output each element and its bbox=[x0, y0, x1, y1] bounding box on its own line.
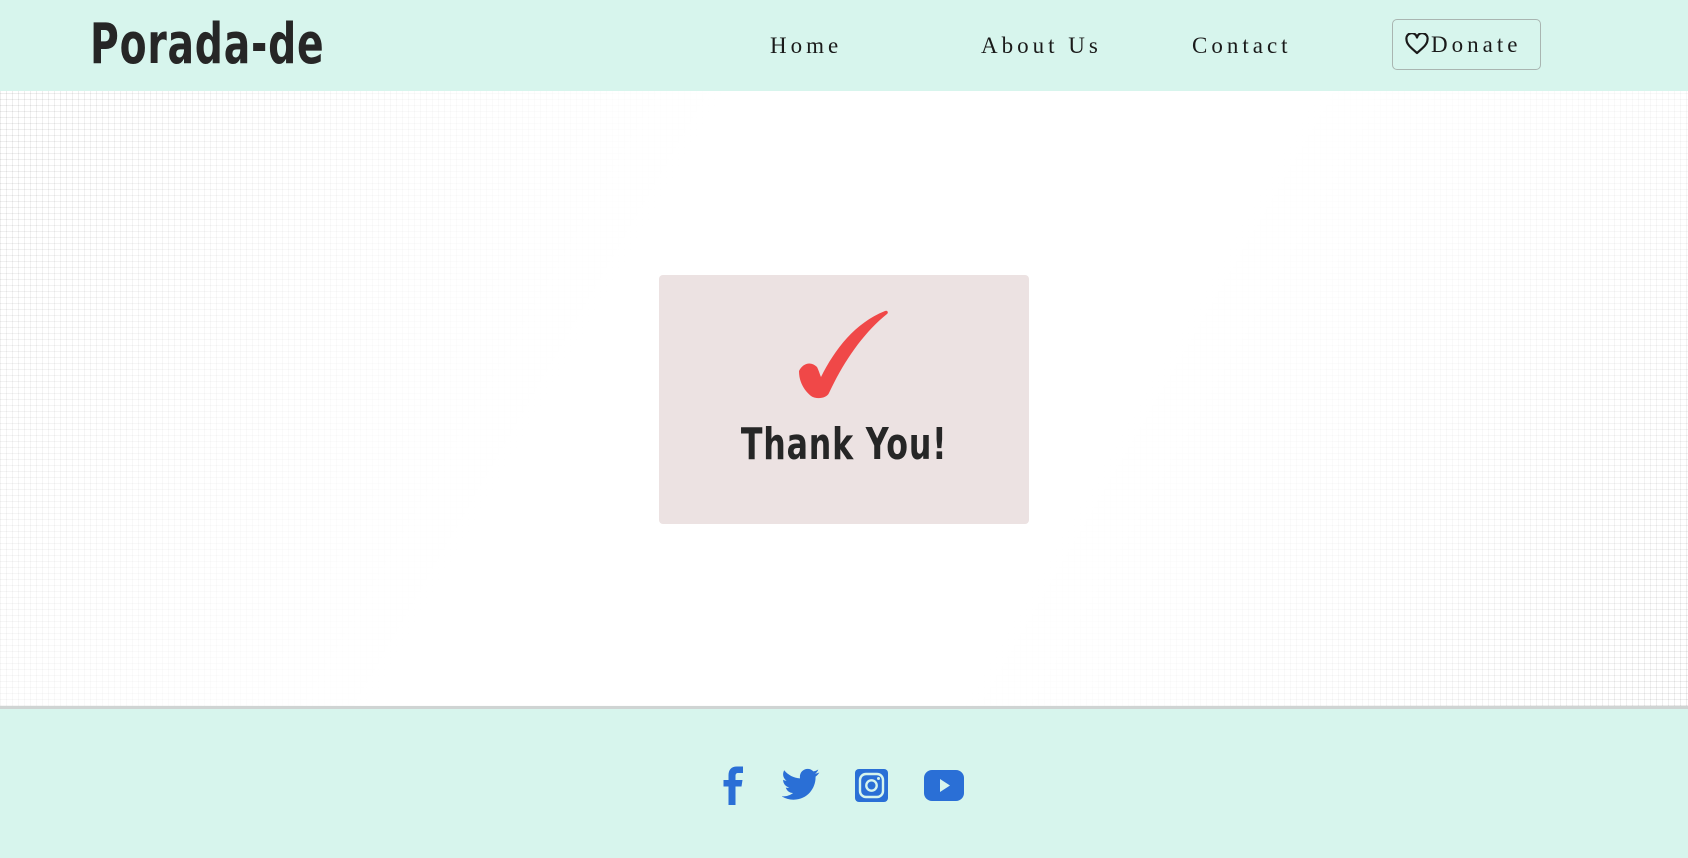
main-content: Thank You! bbox=[0, 91, 1688, 706]
nav-about-link[interactable]: About Us bbox=[981, 28, 1102, 64]
nav-contact-link[interactable]: Contact bbox=[1192, 28, 1292, 64]
donate-label: Donate bbox=[1431, 31, 1522, 57]
facebook-icon[interactable] bbox=[720, 766, 748, 806]
nav-home-link[interactable]: Home bbox=[770, 28, 842, 64]
brand-logo[interactable]: Porada-de bbox=[90, 10, 324, 80]
thank-you-message: Thank You! bbox=[740, 419, 948, 470]
heart-outline-icon bbox=[1405, 32, 1429, 54]
youtube-icon[interactable] bbox=[924, 770, 964, 801]
instagram-icon[interactable] bbox=[855, 769, 888, 802]
site-footer bbox=[0, 709, 1688, 858]
donate-button[interactable]: Donate bbox=[1392, 19, 1541, 70]
site-header: Porada-de Home About Us Contact Donate bbox=[0, 0, 1688, 91]
twitter-icon[interactable] bbox=[782, 768, 820, 801]
thank-you-card: Thank You! bbox=[659, 275, 1029, 524]
checkmark-icon bbox=[799, 310, 888, 399]
